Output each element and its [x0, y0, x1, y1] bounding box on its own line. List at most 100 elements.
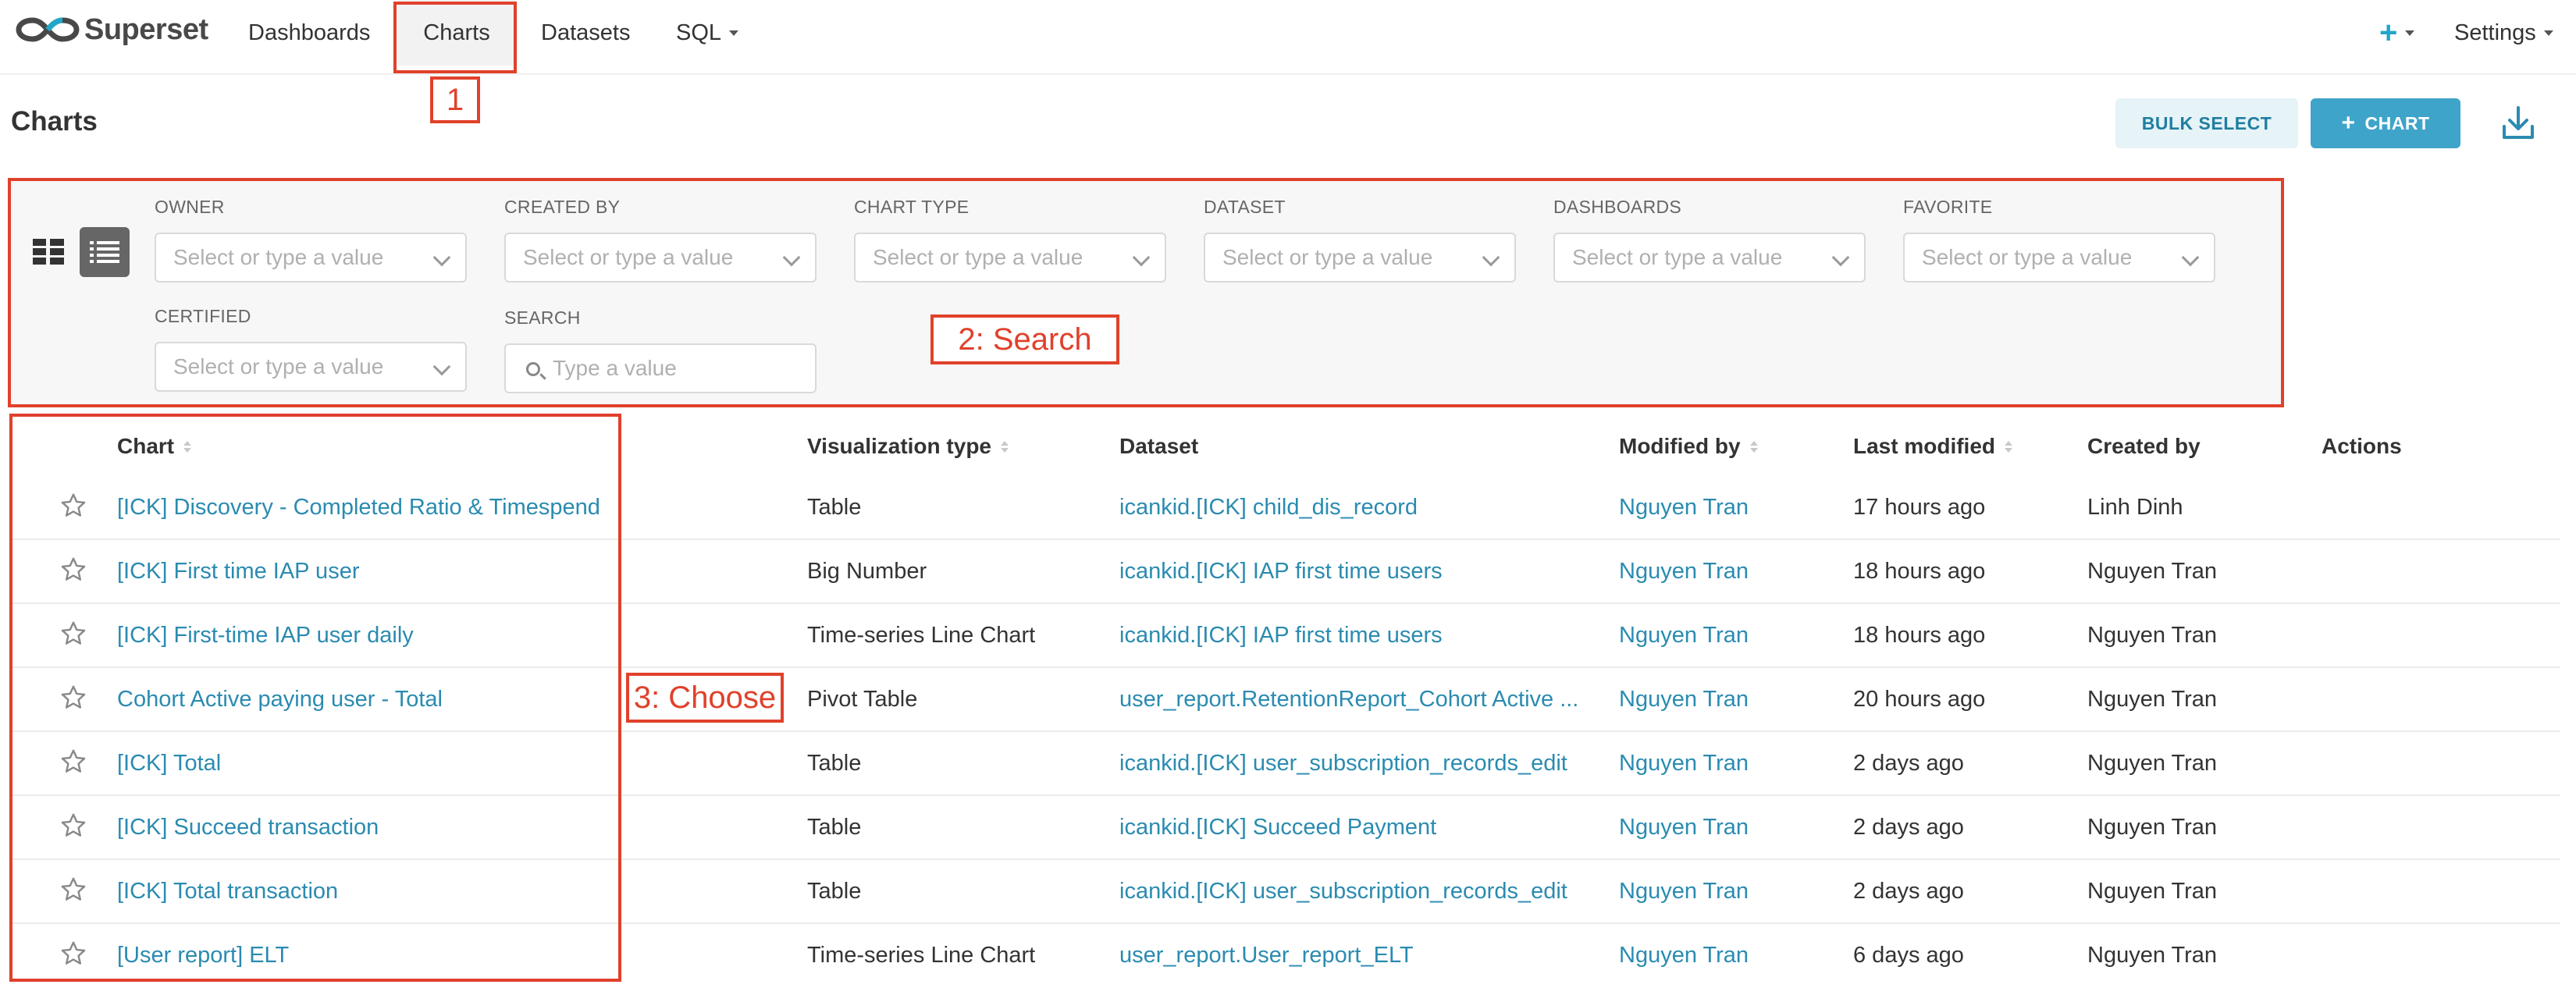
nav-dashboards[interactable]: Dashboards: [248, 0, 370, 66]
filter-favorite-label: FAVORITE: [1903, 197, 1993, 217]
created-by-select[interactable]: Select or type a value: [504, 233, 817, 283]
annotation-step3: 3: Choose: [626, 673, 784, 723]
created-by-cell: Nguyen Tran: [2087, 559, 2218, 584]
filter-created-by-label: CREATED BY: [504, 197, 621, 217]
dataset-link[interactable]: icankid.[ICK] user_subscription_records_…: [1119, 879, 1596, 904]
column-header-actions-label: Actions: [2322, 434, 2402, 458]
star-icon[interactable]: [59, 556, 87, 584]
nav-charts[interactable]: Charts: [398, 0, 515, 66]
modified-by-link[interactable]: Nguyen Tran: [1619, 943, 1749, 968]
dashboards-select[interactable]: Select or type a value: [1553, 233, 1866, 283]
chart-name-link[interactable]: Cohort Active paying user - Total: [117, 687, 624, 713]
chevron-down-icon: [2181, 248, 2200, 267]
chart-name-link[interactable]: [ICK] Discovery - Completed Ratio & Time…: [117, 495, 624, 521]
star-icon[interactable]: [59, 876, 87, 904]
nav-sql[interactable]: SQL: [676, 0, 739, 66]
star-icon[interactable]: [59, 812, 87, 840]
sort-icon: [1001, 440, 1009, 453]
grid-view-icon: [33, 239, 64, 265]
modified-by-link[interactable]: Nguyen Tran: [1619, 559, 1749, 585]
plus-icon: +: [2341, 110, 2356, 136]
modified-by-link[interactable]: Nguyen Tran: [1619, 815, 1749, 841]
search-input[interactable]: Type a value: [504, 343, 817, 393]
star-icon[interactable]: [59, 940, 87, 968]
viz-type-cell: Table: [807, 751, 862, 776]
chart-name-link[interactable]: [User report] ELT: [117, 943, 624, 968]
filter-dashboards: DASHBOARDS Select or type a value: [1553, 197, 1866, 283]
star-icon[interactable]: [59, 620, 87, 648]
column-header-chart[interactable]: Chart: [117, 434, 192, 459]
brand-logo[interactable]: Superset: [16, 13, 208, 46]
star-icon[interactable]: [59, 492, 87, 520]
chart-name-link[interactable]: [ICK] Total transaction: [117, 879, 624, 904]
dataset-select-placeholder: Select or type a value: [1222, 245, 1433, 269]
table-row: [ICK] First time IAP user Big Number ica…: [11, 540, 2560, 604]
modified-by-link[interactable]: Nguyen Tran: [1619, 623, 1749, 649]
search-icon: [526, 362, 540, 376]
modified-by-link[interactable]: Nguyen Tran: [1619, 687, 1749, 713]
chevron-down-icon: [2405, 30, 2415, 36]
filter-certified-label: CERTIFIED: [155, 306, 251, 326]
annotation-step1: 1: [430, 76, 480, 123]
chart-name-link[interactable]: [ICK] First time IAP user: [117, 559, 624, 585]
nav-charts-label: Charts: [423, 20, 490, 45]
table-row: [ICK] Succeed transaction Table icankid.…: [11, 796, 2560, 860]
last-modified-cell: 20 hours ago: [1853, 687, 1986, 712]
filter-owner: OWNER Select or type a value: [155, 197, 467, 283]
favorite-select[interactable]: Select or type a value: [1903, 233, 2215, 283]
chart-name-link[interactable]: [ICK] First-time IAP user daily: [117, 623, 624, 649]
modified-by-link[interactable]: Nguyen Tran: [1619, 751, 1749, 777]
add-chart-label: CHART: [2364, 112, 2430, 133]
chevron-down-icon: [432, 357, 451, 376]
column-header-viz-type[interactable]: Visualization type: [807, 434, 1009, 459]
download-icon[interactable]: [2498, 103, 2539, 144]
filter-chart-type-label: CHART TYPE: [854, 197, 970, 217]
dataset-link[interactable]: icankid.[ICK] Succeed Payment: [1119, 815, 1596, 841]
column-header-created-by: Created by: [2087, 434, 2201, 459]
card-view-toggle[interactable]: [23, 227, 73, 277]
star-icon[interactable]: [59, 684, 87, 712]
last-modified-cell: 2 days ago: [1853, 815, 1964, 840]
settings-menu[interactable]: Settings: [2454, 0, 2553, 66]
last-modified-cell: 6 days ago: [1853, 943, 1964, 968]
last-modified-cell: 18 hours ago: [1853, 559, 1986, 584]
add-chart-button[interactable]: + CHART: [2311, 98, 2460, 148]
nav-datasets[interactable]: Datasets: [541, 0, 630, 66]
modified-by-link[interactable]: Nguyen Tran: [1619, 495, 1749, 521]
dataset-link[interactable]: user_report.RetentionReport_Cohort Activ…: [1119, 687, 1596, 713]
table-header: Chart Visualization type Dataset Modifie…: [11, 418, 2560, 476]
list-view-toggle[interactable]: [80, 227, 130, 277]
filter-dataset-label: DATASET: [1204, 197, 1286, 217]
certified-select-placeholder: Select or type a value: [173, 354, 384, 378]
column-header-dataset-label: Dataset: [1119, 434, 1199, 458]
chart-name-link[interactable]: [ICK] Total: [117, 751, 624, 777]
created-by-cell: Nguyen Tran: [2087, 943, 2218, 968]
dataset-select[interactable]: Select or type a value: [1204, 233, 1516, 283]
table-row: [ICK] Discovery - Completed Ratio & Time…: [11, 476, 2560, 540]
plus-icon: +: [2379, 16, 2398, 50]
modified-by-link[interactable]: Nguyen Tran: [1619, 879, 1749, 904]
star-icon[interactable]: [59, 748, 87, 776]
dataset-link[interactable]: icankid.[ICK] child_dis_record: [1119, 495, 1596, 521]
nav-datasets-label: Datasets: [541, 20, 631, 45]
new-menu[interactable]: +: [2379, 0, 2415, 66]
chart-type-select[interactable]: Select or type a value: [854, 233, 1166, 283]
bulk-select-button[interactable]: BULK SELECT: [2115, 98, 2298, 148]
dataset-link[interactable]: icankid.[ICK] user_subscription_records_…: [1119, 751, 1596, 777]
dataset-link[interactable]: user_report.User_report_ELT: [1119, 943, 1596, 968]
column-header-modified-by[interactable]: Modified by: [1619, 434, 1758, 459]
dataset-link[interactable]: icankid.[ICK] IAP first time users: [1119, 559, 1596, 585]
dataset-link[interactable]: icankid.[ICK] IAP first time users: [1119, 623, 1596, 649]
column-header-last-modified[interactable]: Last modified: [1853, 434, 2013, 459]
list-view-icon: [90, 241, 119, 263]
created-by-cell: Nguyen Tran: [2087, 815, 2218, 840]
viz-type-cell: Time-series Line Chart: [807, 623, 1036, 648]
column-header-dataset: Dataset: [1119, 434, 1198, 459]
owner-select[interactable]: Select or type a value: [155, 233, 467, 283]
certified-select[interactable]: Select or type a value: [155, 342, 467, 392]
chevron-down-icon: [1132, 248, 1151, 267]
owner-select-placeholder: Select or type a value: [173, 245, 384, 269]
chart-name-link[interactable]: [ICK] Succeed transaction: [117, 815, 624, 841]
created-by-cell: Nguyen Tran: [2087, 623, 2218, 648]
viz-type-cell: Pivot Table: [807, 687, 918, 712]
